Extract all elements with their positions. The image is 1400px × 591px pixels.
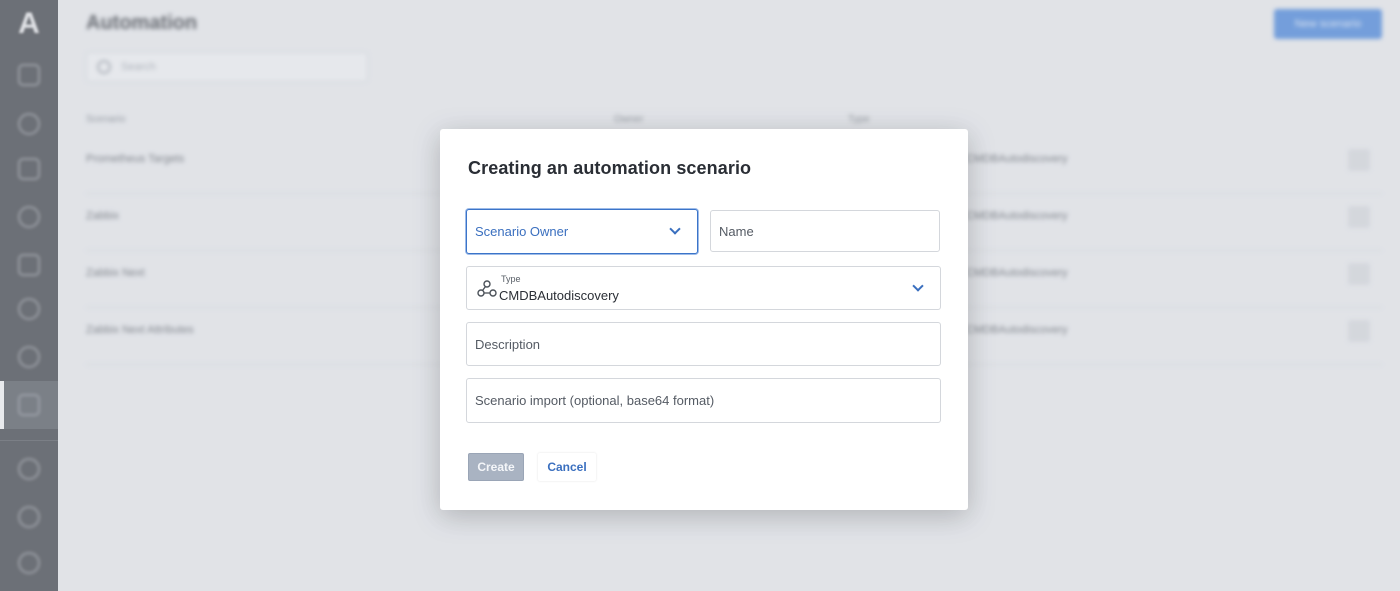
chevron-down-icon — [912, 280, 924, 292]
scenario-owner-select[interactable]: Scenario Owner — [466, 209, 698, 254]
dialog-title: Creating an automation scenario — [468, 158, 752, 178]
chevron-down-icon — [669, 223, 681, 235]
cancel-button[interactable]: Cancel — [538, 453, 596, 481]
create-scenario-dialog: Creating an automation scenario Scenario… — [440, 129, 968, 510]
nodes-icon — [477, 280, 497, 297]
description-placeholder: Description — [475, 337, 541, 352]
create-button[interactable]: Create — [468, 453, 524, 481]
type-select[interactable]: Type CMDBAutodiscovery — [466, 266, 941, 310]
scenario-import-placeholder: Scenario import (optional, base64 format… — [475, 393, 715, 408]
scenario-import-input[interactable]: Scenario import (optional, base64 format… — [466, 378, 941, 423]
name-placeholder: Name — [719, 224, 754, 239]
type-value: CMDBAutodiscovery — [499, 288, 619, 303]
name-input[interactable]: Name — [710, 210, 940, 252]
description-input[interactable]: Description — [466, 322, 941, 366]
type-label: Type — [501, 274, 521, 284]
scenario-owner-placeholder: Scenario Owner — [475, 224, 569, 239]
